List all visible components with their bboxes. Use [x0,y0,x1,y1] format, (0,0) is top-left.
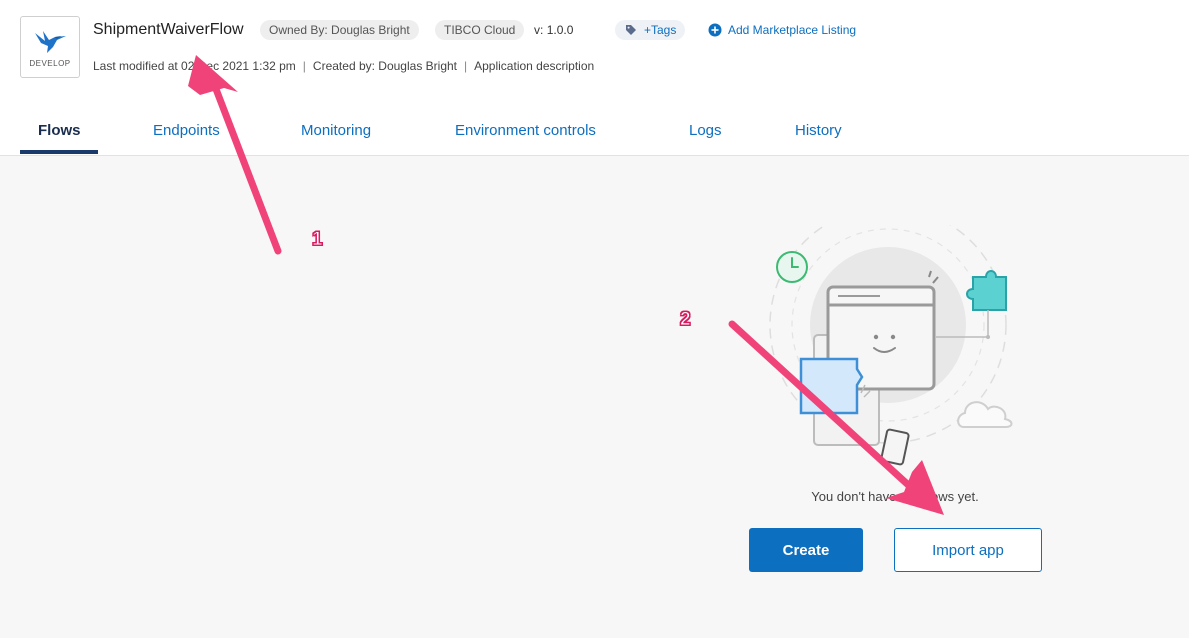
import-app-button[interactable]: Import app [894,528,1042,572]
marketplace-label: Add Marketplace Listing [728,23,857,37]
app-description[interactable]: Application description [474,59,594,73]
app-header: DEVELOP ShipmentWaiverFlow Owned By: Dou… [0,0,1189,109]
tab-history[interactable]: History [795,122,842,139]
annotation-marker-2: 2 [680,309,692,331]
empty-state-message: You don't have any flows yet. [811,489,979,504]
version-label: v: [534,23,544,37]
created-by: Created by: Douglas Bright [312,59,457,73]
meta-separator: | [302,59,306,73]
stage-label: DEVELOP [29,59,71,68]
create-button[interactable]: Create [749,528,863,572]
tags-label: +Tags [644,23,677,37]
platform-badge: TIBCO Cloud [435,20,525,40]
annotation-marker-1: 1 [312,229,324,251]
app-name: ShipmentWaiverFlow [93,21,244,38]
tab-logs[interactable]: Logs [689,122,722,139]
tab-endpoints[interactable]: Endpoints [153,122,220,139]
meta-separator: | [464,59,468,73]
empty-flows-illustration [769,225,1013,466]
last-modified: Last modified at 02 Dec 2021 1:32 pm [93,59,296,73]
phone-icon [880,428,910,466]
active-tab-indicator [20,150,98,154]
cloud-icon [957,401,1013,428]
owner-badge: Owned By: Douglas Bright [260,20,419,40]
tab-bar: Flows Endpoints Monitoring Environment c… [0,108,1189,156]
app-logo[interactable]: DEVELOP [20,16,80,78]
tag-icon [626,25,636,35]
hummingbird-icon [35,31,66,53]
version-value: 1.0.0 [546,23,574,37]
add-marketplace-link[interactable]: Add Marketplace Listing [708,23,856,37]
tab-flows[interactable]: Flows [38,122,81,139]
clock-icon [776,251,808,283]
tab-environment-controls[interactable]: Environment controls [455,122,596,139]
tab-monitoring[interactable]: Monitoring [301,122,371,139]
plus-circle-icon [708,23,722,37]
app-meta: Last modified at 02 Dec 2021 1:32 pm | Cre… [93,59,594,73]
tags-button[interactable]: +Tags [615,20,686,40]
version-info: v: 1.0.0 [534,23,573,37]
